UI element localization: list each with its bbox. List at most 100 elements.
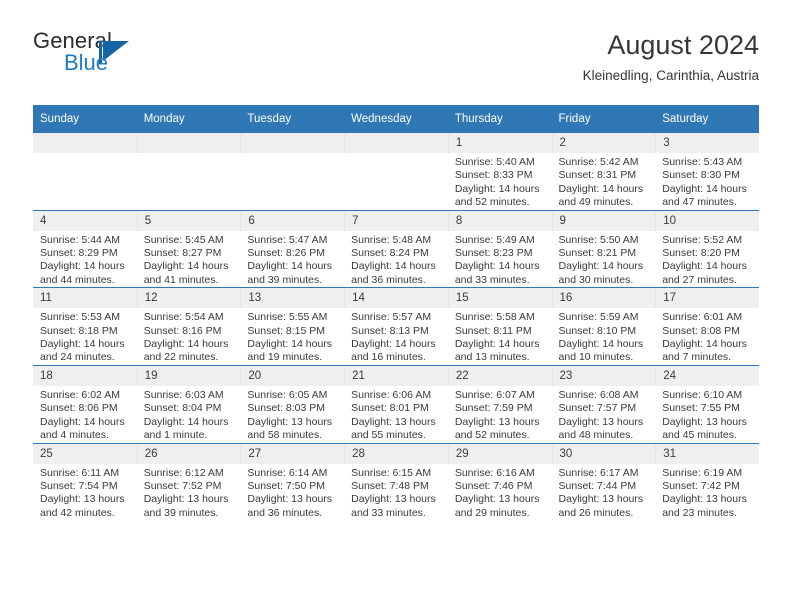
- calendar-day-cell[interactable]: 25 Sunrise: 6:11 AM Sunset: 7:54 PM Dayligh…: [33, 442, 137, 521]
- day-number: 8: [447, 210, 552, 231]
- daylight-text-line2: and 39 minutes.: [143, 506, 219, 519]
- daylight-text-line1: Daylight: 14 hours: [662, 338, 747, 351]
- sunrise-text: Sunrise: 5:59 AM: [558, 311, 639, 324]
- sun-info: Sunrise: 6:15 AM Sunset: 7:48 PM Daylight:…: [344, 464, 448, 521]
- calendar-day-cell[interactable]: 27 Sunrise: 6:14 AM Sunset: 7:50 PM Dayligh…: [240, 442, 345, 521]
- sunrise-text: Sunrise: 6:15 AM: [351, 466, 432, 479]
- calendar-week-row: 18 Sunrise: 6:02 AM Sunset: 8:06 PM Dayligh…: [33, 364, 759, 443]
- calendar-day-cell[interactable]: 17 Sunrise: 6:01 AM Sunset: 8:08 PM Dayligh…: [655, 287, 759, 366]
- calendar-day-cell[interactable]: 13 Sunrise: 5:55 AM Sunset: 8:15 PM Dayligh…: [240, 287, 345, 366]
- day-number: 18: [33, 365, 137, 386]
- sunrise-text: Sunrise: 5:57 AM: [351, 311, 432, 324]
- daylight-text-line2: and 26 minutes.: [558, 506, 634, 519]
- sun-info: Sunrise: 5:45 AM Sunset: 8:27 PM Daylight:…: [137, 231, 241, 288]
- day-number: 9: [551, 210, 656, 231]
- calendar-day-cell[interactable]: 19 Sunrise: 6:03 AM Sunset: 8:04 PM Dayligh…: [136, 364, 241, 443]
- page-header: General Blue August 2024 Kleinedling, Ca…: [33, 28, 759, 98]
- daylight-text-line2: and 27 minutes.: [662, 273, 737, 286]
- sunset-text: Sunset: 7:42 PM: [662, 479, 740, 492]
- day-number: 7: [344, 210, 448, 231]
- calendar-day-cell-empty: [240, 133, 345, 211]
- calendar-day-cell[interactable]: 12 Sunrise: 5:54 AM Sunset: 8:16 PM Dayligh…: [136, 287, 241, 366]
- sun-info: Sunrise: 6:12 AM Sunset: 7:52 PM Daylight:…: [137, 464, 241, 521]
- calendar-day-cell[interactable]: 10 Sunrise: 5:52 AM Sunset: 8:20 PM Dayligh…: [655, 209, 759, 288]
- calendar-day-cell[interactable]: 1 Sunrise: 5:40 AM Sunset: 8:33 PM Daylight…: [447, 133, 552, 211]
- calendar-week-row: 1 Sunrise: 5:40 AM Sunset: 8:33 PM Daylight…: [33, 133, 759, 211]
- daylight-text-line2: and 47 minutes.: [662, 196, 737, 209]
- calendar-day-cell[interactable]: 23 Sunrise: 6:08 AM Sunset: 7:57 PM Dayligh…: [551, 364, 656, 443]
- weekday-header-sunday: Sunday: [33, 105, 137, 133]
- sun-info: Sunrise: 5:49 AM Sunset: 8:23 PM Daylight:…: [448, 231, 552, 288]
- day-number: [344, 133, 448, 153]
- daylight-text-line1: Daylight: 13 hours: [40, 493, 125, 506]
- day-number: 29: [447, 443, 552, 464]
- sunset-text: Sunset: 8:03 PM: [247, 402, 326, 415]
- day-number: 31: [655, 443, 759, 464]
- calendar-day-cell[interactable]: 20 Sunrise: 6:05 AM Sunset: 8:03 PM Dayligh…: [240, 364, 345, 443]
- calendar-day-cell[interactable]: 26 Sunrise: 6:12 AM Sunset: 7:52 PM Dayligh…: [136, 442, 241, 521]
- sunset-text: Sunset: 7:54 PM: [40, 479, 118, 492]
- calendar-day-cell[interactable]: 11 Sunrise: 5:53 AM Sunset: 8:18 PM Dayligh…: [33, 287, 137, 366]
- sunrise-text: Sunrise: 6:14 AM: [247, 466, 328, 479]
- sun-info: Sunrise: 6:10 AM Sunset: 7:55 PM Daylight:…: [655, 386, 759, 443]
- calendar-day-cell[interactable]: 14 Sunrise: 5:57 AM Sunset: 8:13 PM Dayligh…: [344, 287, 448, 366]
- sunrise-text: Sunrise: 5:45 AM: [143, 233, 224, 246]
- day-number: 30: [551, 443, 656, 464]
- daylight-text-line1: Daylight: 14 hours: [662, 182, 747, 195]
- calendar-day-cell[interactable]: 18 Sunrise: 6:02 AM Sunset: 8:06 PM Dayligh…: [33, 364, 137, 443]
- sunrise-text: Sunrise: 5:43 AM: [662, 156, 743, 168]
- calendar-day-cell-empty: [344, 133, 448, 211]
- calendar-day-cell[interactable]: 24 Sunrise: 6:10 AM Sunset: 7:55 PM Dayligh…: [655, 364, 759, 443]
- day-number: 20: [240, 365, 345, 386]
- daylight-text-line2: and 22 minutes.: [143, 351, 219, 364]
- calendar-day-cell[interactable]: 2 Sunrise: 5:42 AM Sunset: 8:31 PM Daylight…: [551, 133, 656, 211]
- calendar-day-cell[interactable]: 5 Sunrise: 5:45 AM Sunset: 8:27 PM Daylight…: [136, 209, 241, 288]
- calendar-day-cell[interactable]: 15 Sunrise: 5:58 AM Sunset: 8:11 PM Dayligh…: [447, 287, 552, 366]
- calendar-day-cell[interactable]: 29 Sunrise: 6:16 AM Sunset: 7:46 PM Dayligh…: [447, 442, 552, 521]
- calendar-day-cell[interactable]: 21 Sunrise: 6:06 AM Sunset: 8:01 PM Dayligh…: [344, 364, 448, 443]
- calendar-day-cell[interactable]: 30 Sunrise: 6:17 AM Sunset: 7:44 PM Dayligh…: [551, 442, 656, 521]
- day-number: 5: [136, 210, 241, 231]
- sun-info: Sunrise: 6:01 AM Sunset: 8:08 PM Daylight:…: [655, 308, 759, 365]
- calendar-day-cell[interactable]: 6 Sunrise: 5:47 AM Sunset: 8:26 PM Daylight…: [240, 209, 345, 288]
- daylight-text-line1: Daylight: 13 hours: [662, 415, 747, 428]
- daylight-text-line1: Daylight: 14 hours: [247, 260, 333, 273]
- daylight-text-line1: Daylight: 13 hours: [351, 415, 436, 428]
- day-number: 28: [344, 443, 448, 464]
- day-number: 17: [655, 288, 759, 309]
- sun-info: Sunrise: 6:11 AM Sunset: 7:54 PM Daylight:…: [33, 464, 137, 521]
- daylight-text-line2: and 36 minutes.: [351, 273, 426, 286]
- calendar-day-cell[interactable]: 7 Sunrise: 5:48 AM Sunset: 8:24 PM Daylight…: [344, 209, 448, 288]
- calendar-day-cell[interactable]: 9 Sunrise: 5:50 AM Sunset: 8:21 PM Daylight…: [551, 209, 656, 288]
- sunrise-text: Sunrise: 6:10 AM: [662, 388, 743, 401]
- sunrise-text: Sunrise: 6:06 AM: [351, 388, 432, 401]
- sun-info: Sunrise: 5:42 AM Sunset: 8:31 PM Daylight:…: [552, 153, 656, 210]
- calendar-day-cell[interactable]: 22 Sunrise: 6:07 AM Sunset: 7:59 PM Dayligh…: [447, 364, 552, 443]
- sun-info: Sunrise: 6:16 AM Sunset: 7:46 PM Daylight:…: [448, 464, 552, 521]
- calendar-day-cell[interactable]: 16 Sunrise: 5:59 AM Sunset: 8:10 PM Dayligh…: [551, 287, 656, 366]
- calendar-day-cell[interactable]: 4 Sunrise: 5:44 AM Sunset: 8:29 PM Daylight…: [33, 209, 137, 288]
- calendar-day-cell[interactable]: 8 Sunrise: 5:49 AM Sunset: 8:23 PM Daylight…: [447, 209, 552, 288]
- calendar-day-cell[interactable]: 3 Sunrise: 5:43 AM Sunset: 8:30 PM Daylight…: [655, 133, 759, 211]
- sunset-text: Sunset: 7:52 PM: [143, 479, 222, 492]
- daylight-text-line2: and 30 minutes.: [558, 273, 634, 286]
- day-number: 10: [655, 210, 759, 231]
- calendar-day-cell[interactable]: 28 Sunrise: 6:15 AM Sunset: 7:48 PM Dayligh…: [344, 442, 448, 521]
- weekday-header-monday: Monday: [136, 105, 241, 133]
- sunset-text: Sunset: 8:31 PM: [558, 169, 637, 182]
- day-number: 24: [655, 365, 759, 386]
- calendar-day-cell[interactable]: 31 Sunrise: 6:19 AM Sunset: 7:42 PM Dayligh…: [655, 442, 759, 521]
- daylight-text-line1: Daylight: 14 hours: [454, 260, 540, 273]
- daylight-text-line2: and 33 minutes.: [351, 506, 426, 519]
- day-number: 23: [551, 365, 656, 386]
- sunset-text: Sunset: 8:06 PM: [40, 402, 118, 415]
- daylight-text-line1: Daylight: 14 hours: [143, 338, 229, 351]
- daylight-text-line1: Daylight: 14 hours: [351, 260, 436, 273]
- sunset-text: Sunset: 8:33 PM: [454, 169, 533, 182]
- sunset-text: Sunset: 8:10 PM: [558, 324, 637, 337]
- weekday-header-thursday: Thursday: [447, 105, 552, 133]
- daylight-text-line1: Daylight: 14 hours: [558, 182, 644, 195]
- sunset-text: Sunset: 7:50 PM: [247, 479, 326, 492]
- daylight-text-line2: and 58 minutes.: [247, 429, 323, 442]
- brand-logo[interactable]: General Blue: [33, 28, 263, 84]
